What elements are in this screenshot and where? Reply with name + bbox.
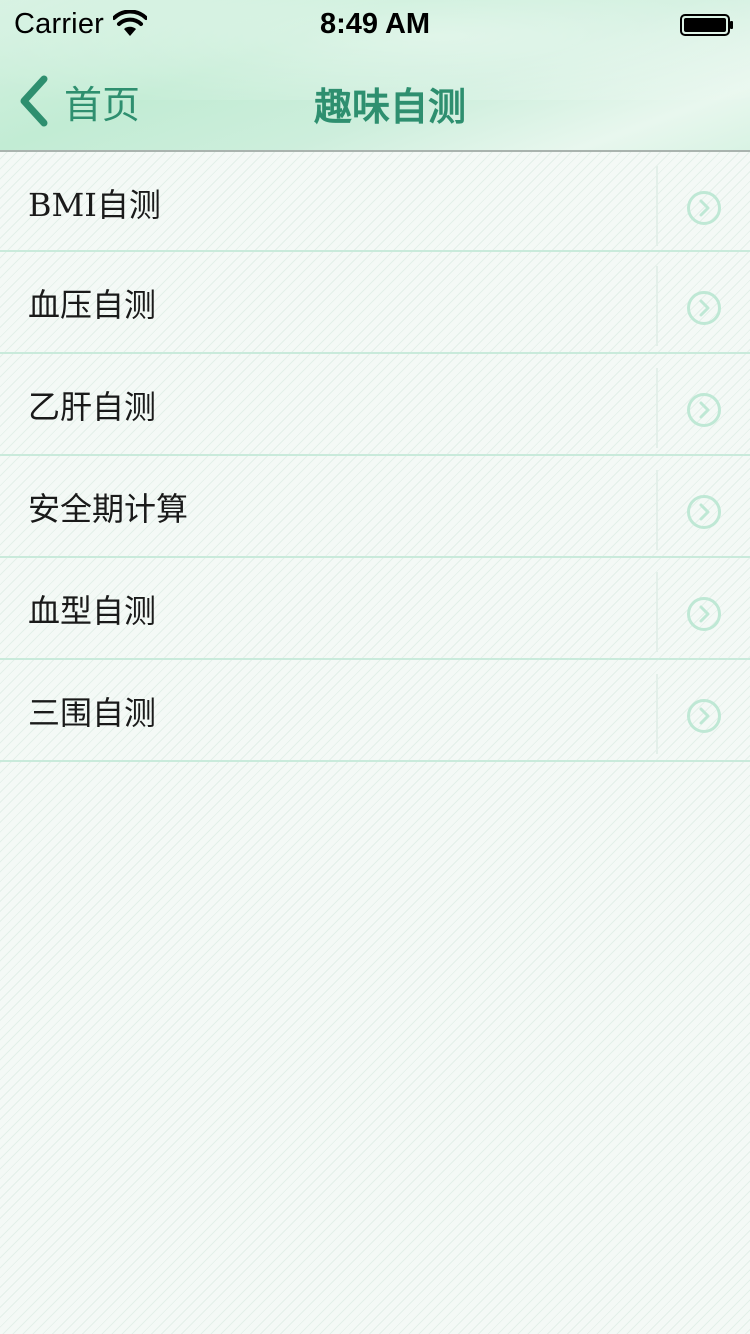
list-item-label: 安全期计算 xyxy=(28,490,189,528)
chevron-circle-right-icon[interactable] xyxy=(686,190,722,226)
item-divider xyxy=(656,674,658,754)
chevron-circle-right-icon[interactable] xyxy=(686,392,722,428)
list-item-measurements[interactable]: 三围自测 xyxy=(0,660,750,762)
battery-icon xyxy=(680,14,733,36)
item-divider xyxy=(656,572,658,652)
chevron-circle-right-icon[interactable] xyxy=(686,494,722,530)
page-title: 趣味自测 xyxy=(313,85,466,129)
list-item-label: 血压自测 xyxy=(28,286,157,324)
test-list: BMI自测 血压自测 乙肝自测 安全期计算 血型自测 三围自测 xyxy=(0,152,750,762)
header: Carrier 8:49 AM 首页 趣味自测 xyxy=(0,0,750,152)
status-time: 8:49 AM xyxy=(319,8,431,40)
list-item-blood-pressure[interactable]: 血压自测 xyxy=(0,252,750,354)
nav-bar: 首页 趣味自测 xyxy=(0,50,750,150)
list-item-label: 三围自测 xyxy=(28,694,157,732)
list-item-label: BMI自测 xyxy=(28,186,161,224)
status-bar: Carrier 8:49 AM xyxy=(0,0,750,50)
item-divider xyxy=(656,166,658,246)
list-item-bmi[interactable]: BMI自测 xyxy=(0,152,750,252)
item-divider xyxy=(656,470,658,550)
list-item-safe-period[interactable]: 安全期计算 xyxy=(0,456,750,558)
chevron-circle-right-icon[interactable] xyxy=(686,290,722,326)
chevron-circle-right-icon[interactable] xyxy=(686,698,722,734)
list-item-label: 乙肝自测 xyxy=(28,388,157,426)
list-item-blood-type[interactable]: 血型自测 xyxy=(0,558,750,660)
list-item-label: 血型自测 xyxy=(28,592,157,630)
list-item-hepatitis-b[interactable]: 乙肝自测 xyxy=(0,354,750,456)
chevron-circle-right-icon[interactable] xyxy=(686,596,722,632)
item-divider xyxy=(656,368,658,448)
item-divider xyxy=(656,266,658,346)
